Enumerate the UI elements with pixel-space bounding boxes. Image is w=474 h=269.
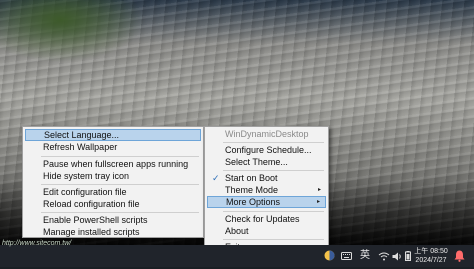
tray-context-menu: WinDynamicDesktop Configure Schedule... …	[204, 126, 329, 257]
clock-time: 上午 08:50	[414, 248, 448, 255]
chevron-right-icon: ▸	[316, 199, 320, 205]
menu-item-enable-powershell[interactable]: Enable PowerShell scripts	[25, 214, 201, 226]
menu-title: WinDynamicDesktop	[225, 129, 309, 139]
menu-separator	[223, 239, 324, 240]
menu-separator	[41, 156, 199, 157]
taskbar: 英	[0, 245, 474, 267]
menu-item-configure-schedule[interactable]: Configure Schedule...	[207, 144, 326, 156]
menu-separator	[223, 211, 324, 212]
menu-separator	[41, 212, 199, 213]
watermark: http://www.sitecom.tw/	[2, 240, 72, 247]
windynamicdesktop-tray-icon[interactable]	[324, 245, 336, 267]
keyboard-icon[interactable]	[341, 245, 353, 267]
menu-item-pause-fullscreen[interactable]: Pause when fullscreen apps running	[25, 158, 201, 170]
taskbar-clock[interactable]: 上午 08:50 2024/7/27	[411, 247, 451, 265]
checkmark-icon: ✓	[212, 173, 220, 183]
wifi-icon[interactable]	[378, 245, 390, 267]
menu-item-reload-config[interactable]: Reload configuration file	[25, 198, 201, 210]
menu-item-select-language[interactable]: Select Language...	[25, 129, 201, 141]
menu-item-start-on-boot[interactable]: ✓ Start on Boot	[207, 172, 326, 184]
clock-date: 2024/7/27	[415, 257, 447, 264]
ime-indicator[interactable]: 英	[360, 245, 372, 267]
menu-item-refresh-wallpaper[interactable]: Refresh Wallpaper	[25, 141, 201, 153]
menu-item-check-updates[interactable]: Check for Updates	[207, 213, 326, 225]
menu-item-more-options[interactable]: More Options ▸	[207, 196, 326, 208]
menu-item-about[interactable]: About	[207, 225, 326, 237]
menu-separator	[223, 142, 324, 143]
bell-icon[interactable]	[452, 247, 466, 263]
menu-item-manage-scripts[interactable]: Manage installed scripts	[25, 226, 201, 238]
menu-item-hide-tray-icon[interactable]: Hide system tray icon	[25, 170, 201, 182]
chevron-right-icon: ▸	[317, 187, 321, 193]
volume-icon[interactable]	[392, 245, 403, 267]
menu-separator	[223, 170, 324, 171]
more-options-submenu: Select Language... Refresh Wallpaper Pau…	[22, 126, 204, 238]
menu-separator	[41, 184, 199, 185]
menu-item-edit-config[interactable]: Edit configuration file	[25, 186, 201, 198]
menu-item-select-theme[interactable]: Select Theme...	[207, 156, 326, 168]
menu-item-theme-mode[interactable]: Theme Mode ▸	[207, 184, 326, 196]
